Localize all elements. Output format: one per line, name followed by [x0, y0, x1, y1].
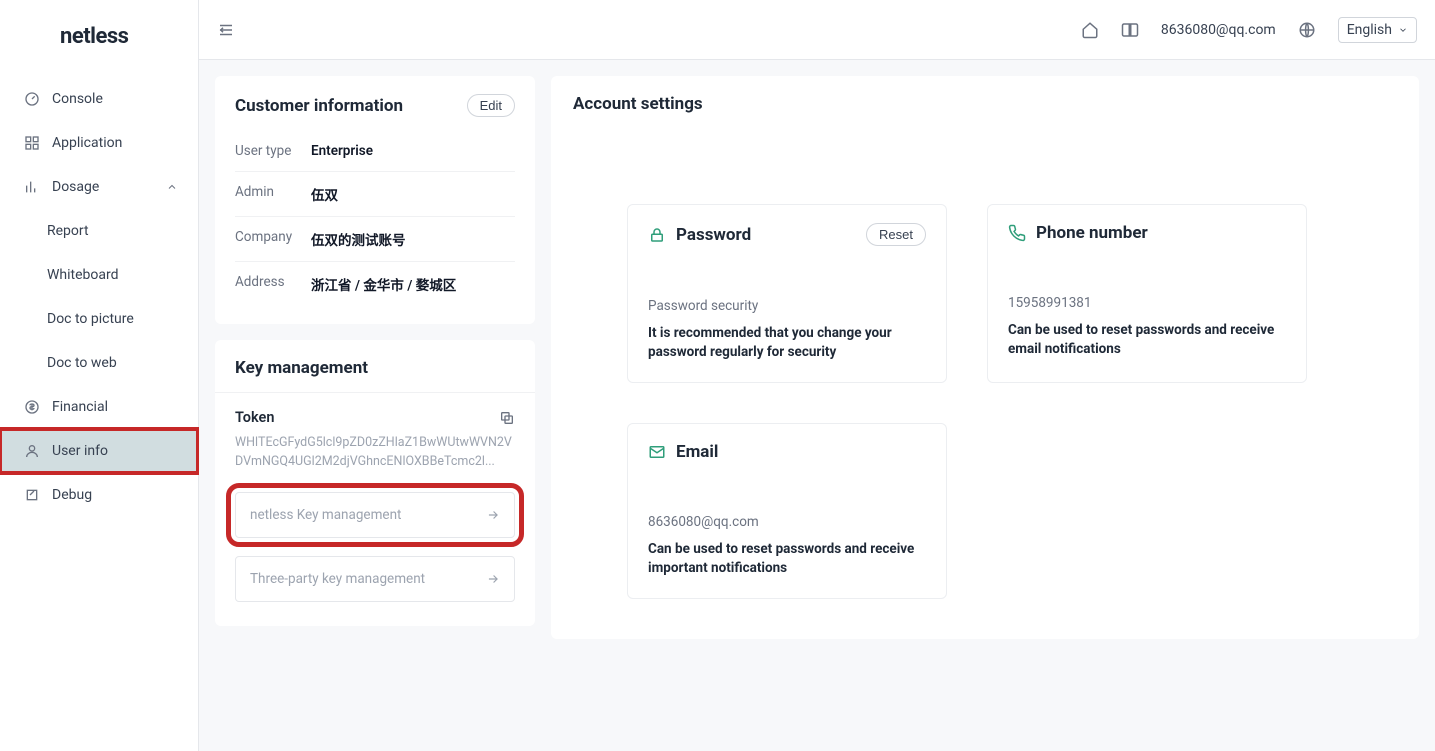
- mail-icon: [648, 443, 666, 461]
- brand-logo: netless: [0, 0, 198, 69]
- key-management-title: Key management: [235, 358, 368, 378]
- grid-icon: [24, 135, 40, 151]
- sidebar-item-label: Application: [52, 135, 122, 151]
- sidebar-item-label: User info: [52, 443, 108, 459]
- sidebar-item-report[interactable]: Report: [0, 209, 198, 253]
- chart-icon: [24, 179, 40, 195]
- chevron-down-icon: [1398, 25, 1408, 35]
- copy-icon[interactable]: [499, 410, 515, 426]
- info-label: User type: [235, 143, 311, 159]
- nav: Console Application Dosage Report: [0, 69, 198, 517]
- netless-key-management-link[interactable]: netless Key management: [235, 492, 515, 538]
- edit-button[interactable]: Edit: [467, 94, 515, 117]
- sidebar-item-whiteboard[interactable]: Whiteboard: [0, 253, 198, 297]
- phone-value: 15958991381: [1008, 295, 1286, 311]
- key-management-card: Key management Token WHlTEcGFydG5lcl9pZD…: [215, 340, 535, 626]
- sidebar-item-application[interactable]: Application: [0, 121, 198, 165]
- sidebar-item-label: Financial: [52, 399, 108, 415]
- sidebar-item-dosage[interactable]: Dosage: [0, 165, 198, 209]
- reset-button[interactable]: Reset: [866, 223, 926, 246]
- sidebar: netless Console Application Dosage: [0, 0, 199, 751]
- customer-info-card: Customer information Edit User type Ente…: [215, 76, 535, 324]
- account-settings-card: Account settings Password: [551, 76, 1419, 639]
- email-value: 8636080@qq.com: [648, 514, 926, 530]
- info-value: 伍双: [311, 184, 338, 204]
- language-label: English: [1347, 22, 1392, 38]
- info-row-address: Address 浙江省 / 金华市 / 婺城区: [235, 262, 515, 306]
- phone-setting-card: Phone number 15958991381 Can be used to …: [987, 204, 1307, 383]
- customer-info-title: Customer information: [235, 96, 403, 116]
- info-row-user-type: User type Enterprise: [235, 131, 515, 172]
- home-icon[interactable]: [1081, 21, 1099, 39]
- sidebar-item-label: Report: [47, 223, 89, 239]
- link-label: netless Key management: [250, 507, 401, 523]
- book-icon[interactable]: [1121, 21, 1139, 39]
- phone-desc: Can be used to reset passwords and recei…: [1008, 321, 1286, 359]
- sidebar-item-label: Console: [52, 91, 103, 107]
- password-desc: It is recommended that you change your p…: [648, 324, 926, 362]
- token-label: Token: [235, 409, 274, 426]
- header-user-email[interactable]: 8636080@qq.com: [1161, 22, 1276, 38]
- sidebar-item-doc-to-web[interactable]: Doc to web: [0, 341, 198, 385]
- collapse-menu-icon[interactable]: [217, 21, 235, 39]
- language-select[interactable]: English: [1338, 17, 1417, 43]
- sidebar-item-debug[interactable]: Debug: [0, 473, 198, 517]
- sidebar-item-user-info[interactable]: User info: [0, 429, 198, 473]
- arrow-right-icon: [486, 572, 500, 586]
- phone-icon: [1008, 224, 1026, 242]
- sidebar-item-console[interactable]: Console: [0, 77, 198, 121]
- three-party-key-management-link[interactable]: Three-party key management: [235, 556, 515, 602]
- sidebar-item-label: Doc to web: [47, 355, 117, 371]
- sidebar-item-doc-to-picture[interactable]: Doc to picture: [0, 297, 198, 341]
- debug-icon: [24, 487, 40, 503]
- setting-title-label: Password: [676, 225, 751, 245]
- password-status: Password security: [648, 298, 926, 314]
- chevron-up-icon: [166, 181, 178, 193]
- token-value: WHlTEcGFydG5lcl9pZD0zZHlaZ1BwWUtwWVN2VDV…: [235, 434, 515, 472]
- sidebar-item-label: Dosage: [52, 179, 99, 195]
- topbar: 8636080@qq.com English: [199, 0, 1435, 60]
- info-value: 浙江省 / 金华市 / 婺城区: [311, 274, 456, 294]
- arrow-right-icon: [486, 508, 500, 522]
- info-value: 伍双的测试账号: [311, 229, 406, 249]
- info-label: Address: [235, 274, 311, 294]
- setting-title-label: Email: [676, 442, 718, 462]
- globe-icon: [1298, 21, 1316, 39]
- sidebar-item-label: Whiteboard: [47, 267, 119, 283]
- info-label: Admin: [235, 184, 311, 204]
- info-row-company: Company 伍双的测试账号: [235, 217, 515, 262]
- dollar-icon: [24, 399, 40, 415]
- link-label: Three-party key management: [250, 571, 425, 587]
- email-desc: Can be used to reset passwords and recei…: [648, 540, 926, 578]
- info-value: Enterprise: [311, 143, 373, 159]
- lock-icon: [648, 226, 666, 244]
- info-label: Company: [235, 229, 311, 249]
- info-row-admin: Admin 伍双: [235, 172, 515, 217]
- setting-title-label: Phone number: [1036, 223, 1148, 243]
- email-setting-card: Email 8636080@qq.com Can be used to rese…: [627, 423, 947, 599]
- user-icon: [24, 443, 40, 459]
- sidebar-item-label: Debug: [52, 487, 92, 503]
- password-setting-card: Password Reset Password security It is r…: [627, 204, 947, 383]
- account-settings-title: Account settings: [573, 94, 703, 114]
- dashboard-icon: [24, 91, 40, 107]
- sidebar-item-label: Doc to picture: [47, 311, 134, 327]
- sidebar-item-financial[interactable]: Financial: [0, 385, 198, 429]
